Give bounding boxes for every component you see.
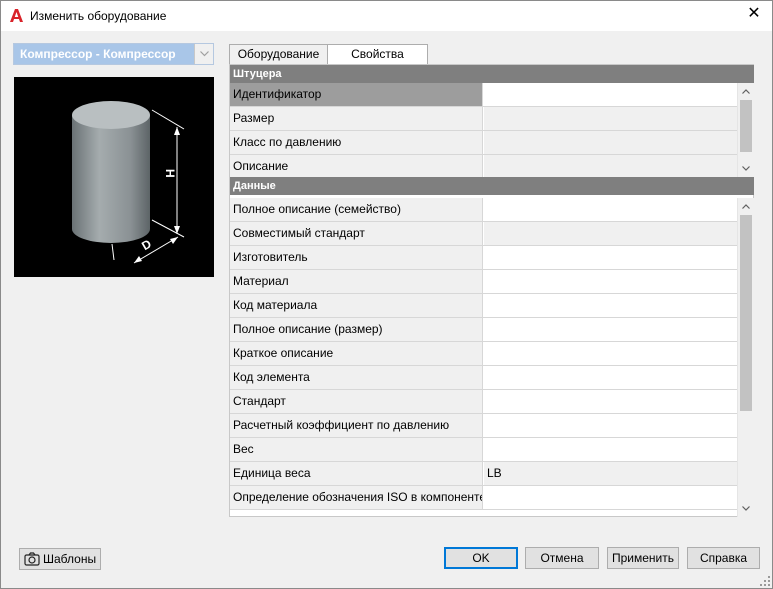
property-name: Стандарт xyxy=(230,390,483,413)
fittings-scrollbar[interactable] xyxy=(737,83,754,177)
table-row[interactable]: Полное описание (семейство) xyxy=(230,198,737,222)
scrollbar-thumb[interactable] xyxy=(740,215,752,411)
table-row[interactable]: Код элемента xyxy=(230,366,737,390)
data-rows: Полное описание (семейство) Совместимый … xyxy=(230,198,737,517)
scrollbar-thumb[interactable] xyxy=(740,100,752,152)
property-value[interactable] xyxy=(484,222,737,245)
property-value[interactable] xyxy=(484,246,737,269)
ok-button[interactable]: OK xyxy=(444,547,518,569)
property-name: Код материала xyxy=(230,294,483,317)
chevron-down-icon[interactable] xyxy=(194,44,213,64)
table-row[interactable]: Класс по давлению xyxy=(230,131,737,155)
table-row[interactable]: Совместимый стандарт xyxy=(230,222,737,246)
help-button[interactable]: Справка xyxy=(687,547,760,569)
close-icon[interactable]: ✕ xyxy=(740,1,768,27)
property-name: Размер xyxy=(230,107,483,130)
table-row[interactable]: Размер xyxy=(230,107,737,131)
property-name: Класс по давлению xyxy=(230,131,483,154)
cancel-button[interactable]: Отмена xyxy=(525,547,599,569)
property-value[interactable] xyxy=(484,390,737,413)
property-value[interactable] xyxy=(484,155,737,177)
property-value[interactable] xyxy=(484,342,737,365)
table-row[interactable]: Идентификатор xyxy=(230,83,737,107)
table-row[interactable]: Описание xyxy=(230,155,737,177)
property-grid: Штуцера Идентификатор Размер Класс по да… xyxy=(229,64,754,517)
property-value[interactable] xyxy=(484,198,737,221)
tab-equipment[interactable]: Оборудование xyxy=(229,44,328,65)
property-value[interactable] xyxy=(484,83,737,106)
property-value[interactable] xyxy=(484,486,737,509)
cylinder-drawing: H D xyxy=(72,101,185,264)
scroll-down-icon[interactable] xyxy=(738,160,754,177)
property-value[interactable] xyxy=(484,438,737,461)
scroll-up-icon[interactable] xyxy=(738,83,754,100)
property-name: Определение обозначения ISO в компоненте xyxy=(230,486,483,509)
scroll-up-icon[interactable] xyxy=(738,198,754,215)
autocad-app-icon xyxy=(10,9,23,22)
property-value[interactable] xyxy=(484,107,737,130)
section-header-fittings: Штуцера xyxy=(230,65,754,83)
property-name: Единица веса xyxy=(230,462,483,485)
camera-icon xyxy=(24,552,40,566)
table-row[interactable]: Код материала xyxy=(230,294,737,318)
table-row[interactable]: Стандарт xyxy=(230,390,737,414)
property-name: Изготовитель xyxy=(230,246,483,269)
equipment-dropdown-value: Компрессор - Компрессор xyxy=(20,47,176,61)
apply-button[interactable]: Применить xyxy=(607,547,679,569)
table-row[interactable]: Полное описание (размер) xyxy=(230,318,737,342)
property-name: Полное описание (семейство) xyxy=(230,198,483,221)
table-row[interactable]: Определение обозначения ISO в компоненте xyxy=(230,486,737,510)
property-value[interactable] xyxy=(484,414,737,437)
property-value[interactable] xyxy=(484,270,737,293)
scroll-down-icon[interactable] xyxy=(738,500,754,517)
property-value[interactable]: LB xyxy=(484,462,737,485)
property-value[interactable] xyxy=(484,294,737,317)
property-name: Идентификатор xyxy=(230,83,483,106)
equipment-dropdown[interactable]: Компрессор - Компрессор xyxy=(13,43,214,65)
table-row[interactable]: Материал xyxy=(230,270,737,294)
equipment-preview-image: H D xyxy=(14,77,214,277)
templates-button[interactable]: Шаблоны xyxy=(19,548,101,570)
window-title: Изменить оборудование xyxy=(30,9,167,23)
dim-h-label: H xyxy=(163,169,177,178)
property-value[interactable] xyxy=(484,318,737,341)
title-bar: Изменить оборудование ✕ xyxy=(1,1,772,31)
data-scrollbar[interactable] xyxy=(737,198,754,517)
property-value[interactable] xyxy=(484,131,737,154)
table-row[interactable]: Краткое описание xyxy=(230,342,737,366)
resize-grip-icon[interactable] xyxy=(760,576,770,586)
table-row[interactable]: Изготовитель xyxy=(230,246,737,270)
property-name: Полное описание (размер) xyxy=(230,318,483,341)
tab-properties[interactable]: Свойства xyxy=(327,44,428,66)
property-name: Код элемента xyxy=(230,366,483,389)
section-header-data: Данные xyxy=(230,177,754,195)
property-value[interactable] xyxy=(484,366,737,389)
table-row[interactable]: Расчетный коэффициент по давлению xyxy=(230,414,737,438)
dialog-window: Изменить оборудование ✕ Компрессор - Ком… xyxy=(0,0,773,589)
property-name: Описание xyxy=(230,155,483,177)
property-name: Совместимый стандарт xyxy=(230,222,483,245)
property-name: Вес xyxy=(230,438,483,461)
dim-d-label: D xyxy=(139,236,154,253)
templates-button-label: Шаблоны xyxy=(43,552,97,566)
table-row[interactable]: Вес xyxy=(230,438,737,462)
fittings-rows: Идентификатор Размер Класс по давлению О… xyxy=(230,83,737,177)
table-row[interactable]: Единица веса LB xyxy=(230,462,737,486)
property-name: Материал xyxy=(230,270,483,293)
property-name: Расчетный коэффициент по давлению xyxy=(230,414,483,437)
property-name: Краткое описание xyxy=(230,342,483,365)
